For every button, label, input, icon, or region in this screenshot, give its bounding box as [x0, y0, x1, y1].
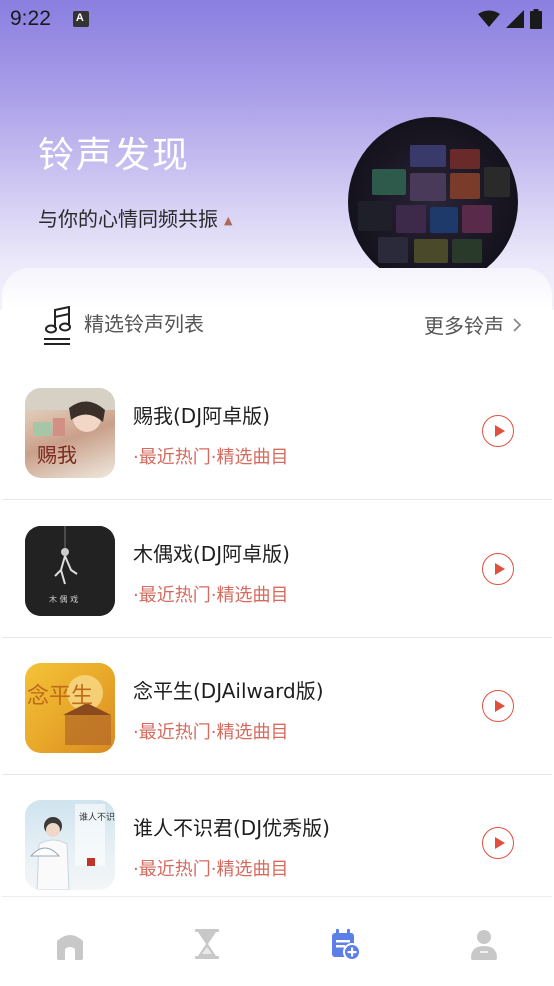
play-button[interactable]	[482, 553, 514, 585]
hourglass-icon[interactable]	[190, 927, 224, 961]
play-button[interactable]	[482, 690, 514, 722]
a-icon	[72, 11, 89, 27]
status-bar: 9:22	[0, 0, 554, 38]
collage-tile	[414, 239, 448, 263]
collage-tile	[372, 169, 406, 195]
collage-tile	[484, 167, 510, 197]
song-tag: ·最近热门·精选曲目	[133, 585, 289, 606]
chevron-right-icon	[513, 317, 522, 332]
wifi-icon	[478, 10, 500, 27]
page-title: 铃声发现	[38, 135, 191, 176]
collage-tile	[450, 149, 480, 169]
song-row[interactable]: 谁人不识君 谁人不识君(DJ优秀版) ·最近热门·精选曲目	[2, 774, 552, 912]
cover-art: 赐我	[25, 388, 115, 467]
more-ringtones-link[interactable]: 更多铃声	[424, 310, 522, 339]
cover-art: 木 偶 戏	[25, 526, 115, 616]
status-time: 9:22	[10, 7, 51, 30]
more-ringtones-label: 更多铃声	[424, 314, 504, 338]
status-icons	[478, 9, 542, 29]
cover-art: 念平生	[27, 675, 111, 745]
collage-tile	[450, 173, 480, 199]
cover-caption: 念平生	[27, 684, 93, 709]
cover-art: 谁人不识君	[29, 804, 115, 890]
song-cover: 念平生	[25, 663, 115, 753]
list-header: 精选铃声列表 更多铃声	[0, 300, 554, 350]
song-row[interactable]: 木 偶 戏 木偶戏(DJ阿卓版) ·最近热门·精选曲目	[2, 500, 552, 638]
collage-tile	[430, 207, 458, 233]
collage-tile	[462, 205, 492, 233]
song-tag: ·最近热门·精选曲目	[133, 447, 289, 468]
song-tag: ·最近热门·精选曲目	[133, 859, 289, 880]
bottom-nav	[2, 896, 552, 986]
battery-icon	[530, 9, 542, 29]
song-row[interactable]: 念平生 念平生(DJAilward版) ·最近热门·精选曲目	[2, 637, 552, 775]
user-icon[interactable]	[467, 927, 501, 961]
hero-subtitle: 与你的心情同频共振 ▲	[38, 203, 232, 232]
song-title: 赐我(DJ阿卓版)	[133, 404, 270, 428]
song-cover: 赐我	[25, 388, 115, 478]
song-title: 木偶戏(DJ阿卓版)	[133, 542, 290, 566]
song-cover: 谁人不识君	[25, 800, 115, 890]
cover-caption: 木 偶 戏	[49, 594, 78, 604]
song-cover: 木 偶 戏	[25, 526, 115, 616]
collage-tile	[378, 237, 408, 263]
collage-tile	[358, 201, 392, 231]
calendar-add-icon[interactable]	[328, 927, 362, 961]
song-title: 谁人不识君(DJ优秀版)	[133, 816, 330, 840]
album-collage-disc[interactable]	[348, 117, 518, 287]
song-tag: ·最近热门·精选曲目	[133, 722, 289, 743]
home-icon[interactable]	[53, 927, 87, 961]
collage-tile	[396, 205, 426, 233]
triangle-marker-icon: ▲	[224, 214, 233, 227]
signal-icon	[506, 10, 524, 28]
collage-tile	[410, 145, 446, 167]
collage-tile	[452, 239, 482, 263]
hero-subtitle-text: 与你的心情同频共振	[38, 207, 218, 231]
music-note-icon	[44, 306, 71, 345]
play-button[interactable]	[482, 415, 514, 447]
cover-caption: 赐我	[37, 443, 77, 467]
song-row[interactable]: 赐我 赐我(DJ阿卓版) ·最近热门·精选曲目	[2, 362, 552, 500]
cover-caption: 谁人不识君	[79, 812, 115, 823]
list-title: 精选铃声列表	[84, 312, 204, 336]
song-title: 念平生(DJAilward版)	[133, 679, 324, 703]
play-button[interactable]	[482, 827, 514, 859]
collage-tile	[410, 173, 446, 201]
